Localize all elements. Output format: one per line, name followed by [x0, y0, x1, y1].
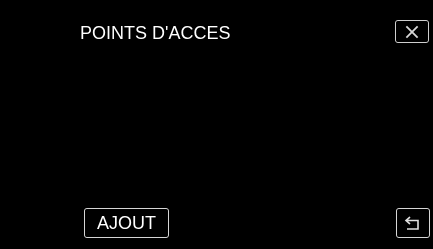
close-button[interactable]: [395, 20, 429, 43]
add-button[interactable]: AJOUT: [84, 208, 169, 238]
back-button[interactable]: [396, 208, 430, 238]
close-icon: [404, 24, 420, 40]
access-points-screen: POINTS D'ACCES AJOUT: [0, 0, 433, 249]
page-title: POINTS D'ACCES: [80, 23, 231, 43]
return-arrow-icon: [403, 214, 423, 232]
